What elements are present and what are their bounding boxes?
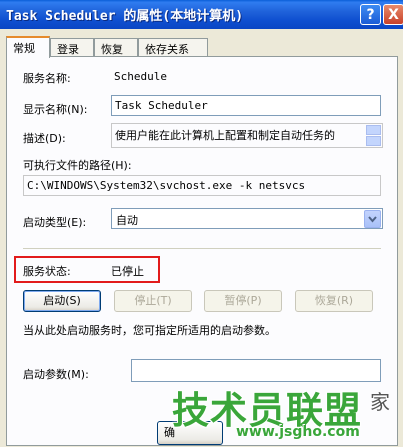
tab-recovery[interactable]: 恢复	[94, 38, 138, 56]
pause-button[interactable]: 暂停(P)	[204, 290, 282, 312]
service-status-label: 服务状态:	[23, 265, 71, 278]
chevron-down-icon[interactable]	[364, 210, 381, 228]
divider	[23, 248, 381, 249]
properties-dialog: Task Scheduler 的属性(本地计算机) ? X 常规 登录 恢复 依…	[0, 0, 403, 447]
exe-path-field[interactable]: C:\WINDOWS\System32\svchost.exe -k netsv…	[23, 175, 381, 196]
description-value: 使用户能在此计算机上配置和制定自动任务的	[115, 129, 335, 142]
startup-type-select[interactable]: 自动	[111, 208, 383, 229]
tab-logon[interactable]: 登录	[50, 38, 94, 56]
hint-text: 当从此处启动服务时，您可指定所适用的启动参数。	[23, 324, 276, 337]
tab-general[interactable]: 常规	[6, 36, 50, 58]
description-label: 描述(D):	[23, 132, 66, 145]
scroll-up-button[interactable]	[366, 125, 381, 135]
service-name-label: 服务名称:	[23, 72, 71, 85]
startup-type-value: 自动	[116, 214, 138, 227]
watermark: 技术员联盟 家 www.jsgho.com	[170, 380, 403, 447]
resume-button[interactable]: 恢复(R)	[295, 290, 373, 312]
start-button[interactable]: 启动(S)	[23, 290, 101, 312]
display-name-label: 显示名称(N):	[23, 103, 88, 116]
service-name-value: Schedule	[114, 70, 167, 83]
scroll-down-button[interactable]	[366, 136, 381, 146]
watermark-suffix: 家	[370, 390, 390, 414]
service-status-value: 已停止	[111, 265, 144, 278]
tab-dependencies[interactable]: 依存关系	[138, 38, 208, 56]
display-name-field[interactable]: Task Scheduler	[111, 95, 381, 116]
display-name-value: Task Scheduler	[115, 99, 208, 112]
window-title: Task Scheduler 的属性(本地计算机)	[6, 9, 244, 24]
exe-path-value: C:\WINDOWS\System32\svchost.exe -k netsv…	[27, 179, 306, 192]
start-params-input[interactable]	[131, 359, 381, 382]
exe-path-label: 可执行文件的路径(H):	[23, 159, 132, 172]
help-button[interactable]: ?	[360, 4, 381, 25]
description-field[interactable]: 使用户能在此计算机上配置和制定自动任务的	[111, 123, 383, 148]
startup-type-label: 启动类型(E):	[23, 216, 87, 229]
stop-button[interactable]: 停止(T)	[114, 290, 192, 312]
title-bar[interactable]: Task Scheduler 的属性(本地计算机) ? X	[0, 0, 403, 29]
start-params-label: 启动参数(M):	[23, 368, 89, 381]
close-button[interactable]: X	[383, 4, 403, 25]
watermark-url: www.jsgho.com	[236, 424, 360, 440]
